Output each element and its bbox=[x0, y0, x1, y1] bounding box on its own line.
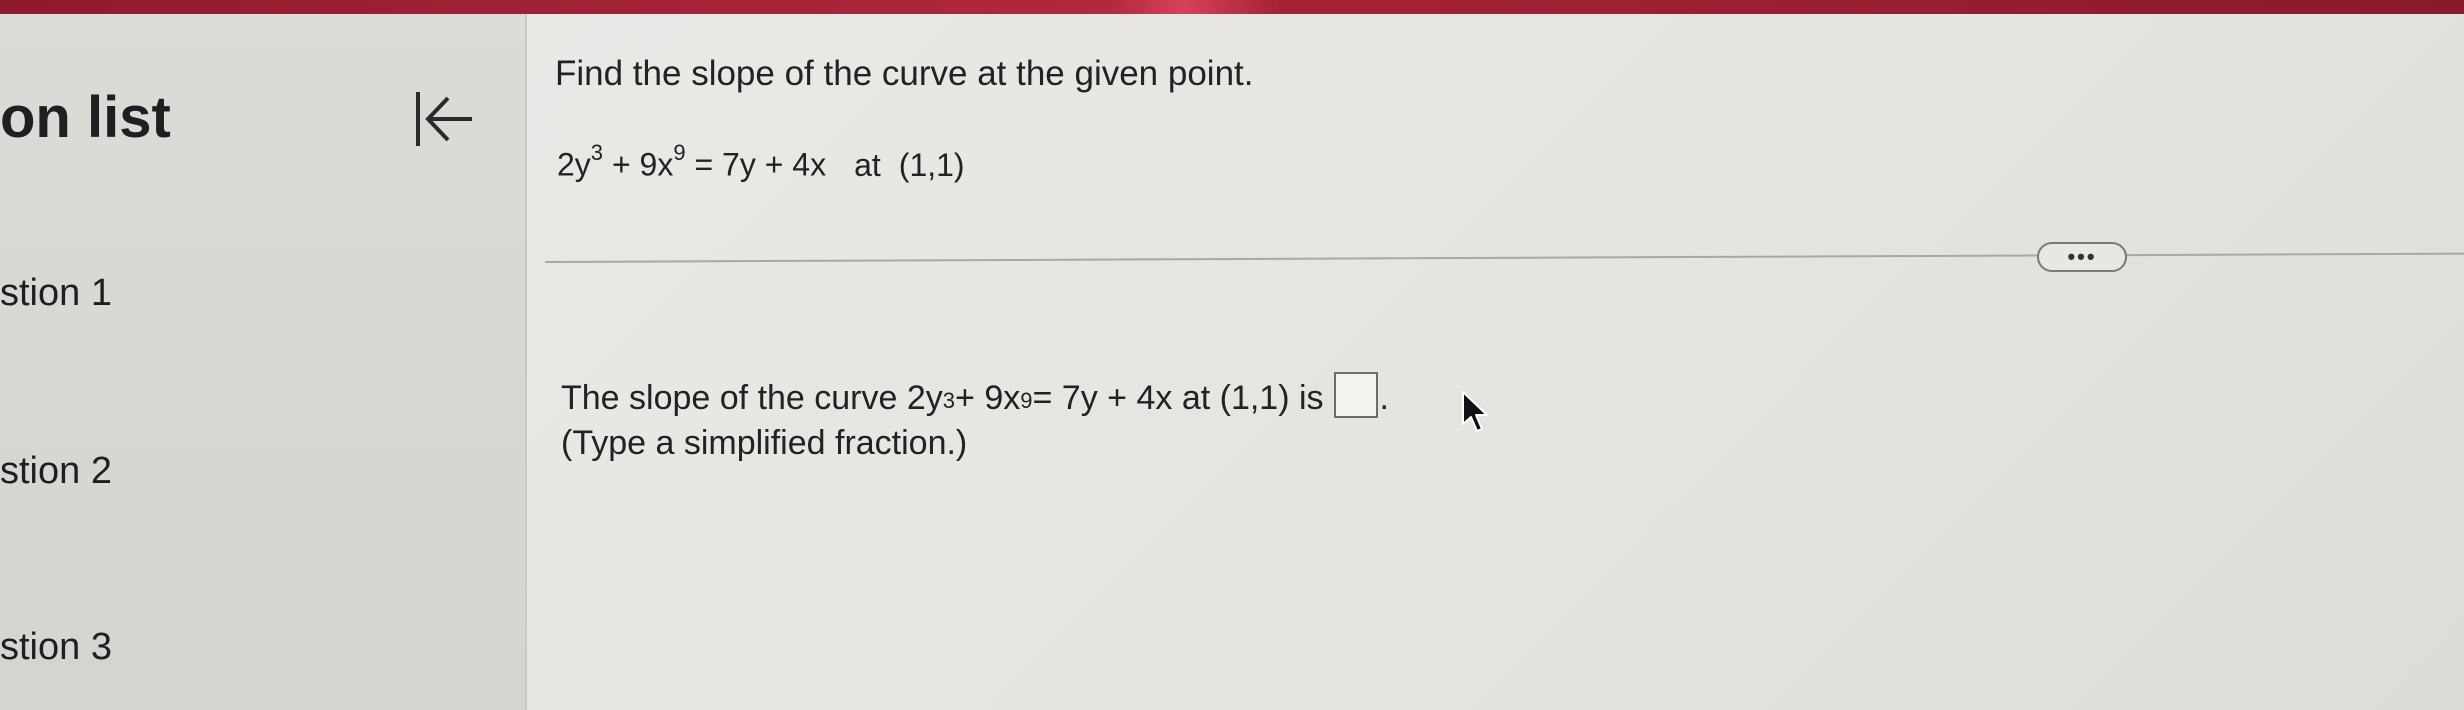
question-panel: Find the slope of the curve at the given… bbox=[527, 14, 2464, 710]
answer-hint: (Type a simplified fraction.) bbox=[561, 424, 968, 462]
sidebar-title: on list bbox=[0, 85, 171, 150]
answer-mid: + 9x bbox=[955, 379, 1021, 417]
equation-term-3: = 7y + 4x bbox=[685, 146, 827, 183]
answer-exponent-2: 9 bbox=[1020, 388, 1033, 413]
collapse-left-arrow-icon bbox=[416, 92, 472, 146]
question-equation: 2y3 + 9x9 = 7y + 4x at (1,1) bbox=[557, 140, 965, 184]
sidebar-item-question-1[interactable]: stion 1 bbox=[0, 272, 112, 315]
answer-period: . bbox=[1379, 379, 1389, 417]
equation-exponent-1: 3 bbox=[590, 140, 604, 165]
top-header-bar bbox=[0, 0, 2464, 14]
more-options-button[interactable]: ••• bbox=[2037, 242, 2127, 272]
equation-point: (1,1) bbox=[898, 146, 965, 183]
sidebar-item-question-2[interactable]: stion 2 bbox=[0, 450, 112, 493]
question-instruction: Find the slope of the curve at the given… bbox=[555, 54, 1254, 93]
equation-at-word: at bbox=[854, 146, 881, 183]
question-list-sidebar: on list stion 1 stion 2 stion 3 bbox=[0, 14, 527, 710]
answer-exponent-1: 3 bbox=[942, 388, 956, 413]
equation-term-2: + 9x bbox=[603, 146, 674, 183]
answer-input-box[interactable] bbox=[1333, 372, 1378, 418]
section-divider bbox=[544, 252, 2464, 263]
answer-statement: The slope of the curve 2y 3 + 9x 9 = 7y + … bbox=[561, 372, 1389, 418]
mouse-pointer-icon bbox=[1462, 391, 1488, 432]
equation-exponent-2: 9 bbox=[673, 140, 686, 165]
answer-suffix: = 7y + 4x at (1,1) is bbox=[1032, 379, 1324, 417]
collapse-sidebar-button[interactable] bbox=[408, 84, 478, 154]
sidebar-item-question-3[interactable]: stion 3 bbox=[0, 626, 112, 669]
equation-term-1: 2y bbox=[557, 146, 591, 183]
answer-prefix: The slope of the curve 2y bbox=[561, 379, 943, 417]
